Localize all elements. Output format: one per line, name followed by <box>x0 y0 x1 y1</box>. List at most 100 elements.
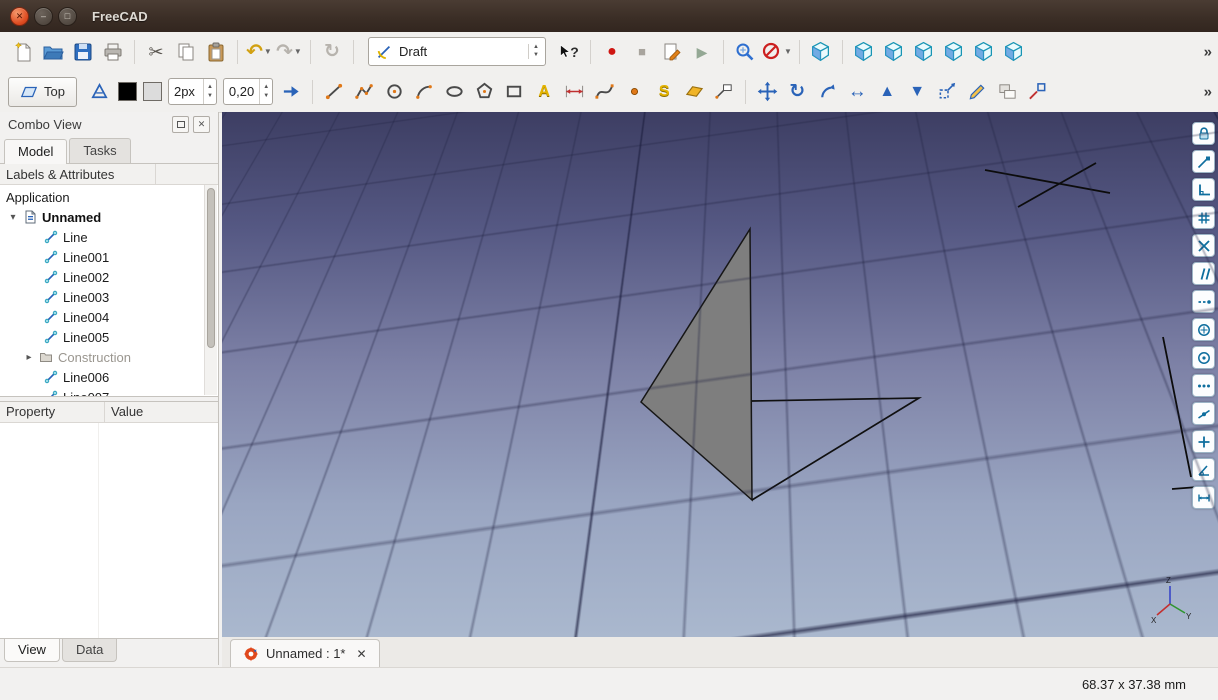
view-axonometric-button[interactable] <box>807 38 835 66</box>
draft-circle-button[interactable] <box>380 78 408 106</box>
snap-dimensions-button[interactable] <box>1192 486 1215 509</box>
wire-triangle-shape[interactable] <box>751 397 923 501</box>
draft-polygon-button[interactable] <box>470 78 498 106</box>
draft-point-button[interactable] <box>620 78 648 106</box>
snap-angle-button[interactable] <box>1192 458 1215 481</box>
property-list[interactable] <box>0 423 218 638</box>
draft-scale-button[interactable] <box>933 78 961 106</box>
filled-triangle-shape[interactable] <box>640 226 753 502</box>
apply-style-button[interactable] <box>277 78 305 106</box>
draft-wire-button[interactable] <box>350 78 378 106</box>
whats-this-button[interactable]: ? <box>555 38 583 66</box>
property-column-header[interactable]: Property <box>0 402 105 422</box>
tree-item-document[interactable]: ▾ Unnamed <box>0 207 218 227</box>
document-tab[interactable]: Unnamed : 1* ✕ <box>230 639 380 667</box>
tree-item[interactable]: Line005 <box>0 327 218 347</box>
working-plane-button[interactable]: Top <box>8 76 77 107</box>
tab-data[interactable]: Data <box>61 639 118 662</box>
draft-trimex-button[interactable]: ↔ <box>843 78 871 106</box>
view-top-button[interactable] <box>880 38 908 66</box>
draft-shapestring-button[interactable]: S <box>650 78 678 106</box>
cut-button[interactable]: ✂ <box>142 38 170 66</box>
zoom-fit-button[interactable] <box>731 38 759 66</box>
undo-dropdown-icon[interactable]: ▼ <box>264 47 272 56</box>
draft-shape2dview-button[interactable] <box>993 78 1021 106</box>
draft-arc-button[interactable] <box>410 78 438 106</box>
toolbar-overflow-icon[interactable]: » <box>1204 43 1212 60</box>
snap-endpoint-button[interactable] <box>1192 150 1215 173</box>
expander-open-icon[interactable]: ▾ <box>8 212 18 223</box>
snap-grid-button[interactable] <box>1192 206 1215 229</box>
snap-special-button[interactable] <box>1192 374 1215 397</box>
panel-float-button[interactable] <box>172 115 189 133</box>
redo-dropdown-icon[interactable]: ▼ <box>294 47 302 56</box>
tree-scrollbar[interactable] <box>204 185 217 395</box>
snap-perpendicular-button[interactable] <box>1192 178 1215 201</box>
macro-execute-button[interactable]: ▶ <box>688 38 716 66</box>
tree-item-construction-group[interactable]: ▸ Construction <box>0 347 218 367</box>
draft-ellipse-button[interactable] <box>440 78 468 106</box>
draft-label-button[interactable] <box>710 78 738 106</box>
draft-facebinder-button[interactable] <box>680 78 708 106</box>
3d-viewport[interactable]: X Y Z <box>222 112 1218 637</box>
macro-stop-button[interactable]: ■ <box>628 38 656 66</box>
draft-line-button[interactable] <box>320 78 348 106</box>
window-close-button[interactable]: ✕ <box>10 6 29 26</box>
face-color-swatch[interactable] <box>142 82 162 101</box>
tree-item[interactable]: Line002 <box>0 267 218 287</box>
refresh-button[interactable]: ↻ <box>318 38 346 66</box>
snap-ortho-button[interactable] <box>1192 430 1215 453</box>
tree-item-application[interactable]: Application <box>0 187 218 207</box>
draw-style-button[interactable]: ▼ <box>761 38 792 66</box>
tree-item[interactable]: Line006 <box>0 367 218 387</box>
snap-intersection-button[interactable] <box>1192 234 1215 257</box>
draw-style-dropdown-icon[interactable]: ▼ <box>784 47 792 56</box>
tree-item[interactable]: Line <box>0 227 218 247</box>
draft-rotate-button[interactable]: ↻ <box>783 78 811 106</box>
draft-bspline-button[interactable] <box>590 78 618 106</box>
snap-near-button[interactable] <box>1192 402 1215 425</box>
construction-mode-button[interactable] <box>86 78 114 106</box>
snap-extension-button[interactable] <box>1192 290 1215 313</box>
tab-model[interactable]: Model <box>4 139 68 164</box>
draft-dimension-button[interactable] <box>560 78 588 106</box>
combo-view-titlebar[interactable]: Combo View ✕ <box>0 112 218 136</box>
line-width-spinbox[interactable]: 2px ▲ ▼ <box>167 78 217 105</box>
tab-view[interactable]: View <box>4 639 60 662</box>
save-button[interactable] <box>69 38 97 66</box>
tab-close-icon[interactable]: ✕ <box>357 647 367 661</box>
tab-tasks[interactable]: Tasks <box>69 138 131 163</box>
view-right-button[interactable] <box>910 38 938 66</box>
value-column-header[interactable]: Value <box>105 402 149 422</box>
draft-downgrade-button[interactable]: ▼ <box>903 78 931 106</box>
draft-text-button[interactable]: A <box>530 78 558 106</box>
draft-rectangle-button[interactable] <box>500 78 528 106</box>
new-document-button[interactable] <box>9 38 37 66</box>
print-button[interactable] <box>99 38 127 66</box>
view-bottom-button[interactable] <box>970 38 998 66</box>
macro-record-button[interactable]: ● <box>598 38 626 66</box>
line-color-swatch[interactable] <box>117 82 137 101</box>
tree-scrollbar-thumb[interactable] <box>207 188 215 348</box>
view-rear-button[interactable] <box>940 38 968 66</box>
copy-button[interactable] <box>172 38 200 66</box>
undo-button[interactable]: ↶ ▼ <box>245 38 273 66</box>
snap-lock-button[interactable] <box>1192 122 1215 145</box>
edge-line[interactable] <box>1162 336 1192 478</box>
open-document-button[interactable] <box>39 38 67 66</box>
expander-closed-icon[interactable]: ▸ <box>24 352 34 363</box>
redo-button[interactable]: ↷ ▼ <box>275 38 303 66</box>
workbench-selector-arrows[interactable]: ▲ ▼ <box>528 43 543 60</box>
tree-item[interactable]: Line007 <box>0 387 218 396</box>
paste-button[interactable] <box>202 38 230 66</box>
tree-item[interactable]: Line001 <box>0 247 218 267</box>
view-front-button[interactable] <box>850 38 878 66</box>
toolbar-overflow-icon[interactable]: » <box>1204 83 1212 100</box>
snap-arc-button[interactable] <box>1192 346 1215 369</box>
titlebar[interactable]: ✕ – □ FreeCAD <box>0 0 1218 32</box>
draft-edit-button[interactable] <box>963 78 991 106</box>
view-left-button[interactable] <box>1000 38 1028 66</box>
snap-parallel-button[interactable] <box>1192 262 1215 285</box>
panel-close-button[interactable]: ✕ <box>193 115 210 133</box>
draft-to-sketch-button[interactable] <box>1023 78 1051 106</box>
